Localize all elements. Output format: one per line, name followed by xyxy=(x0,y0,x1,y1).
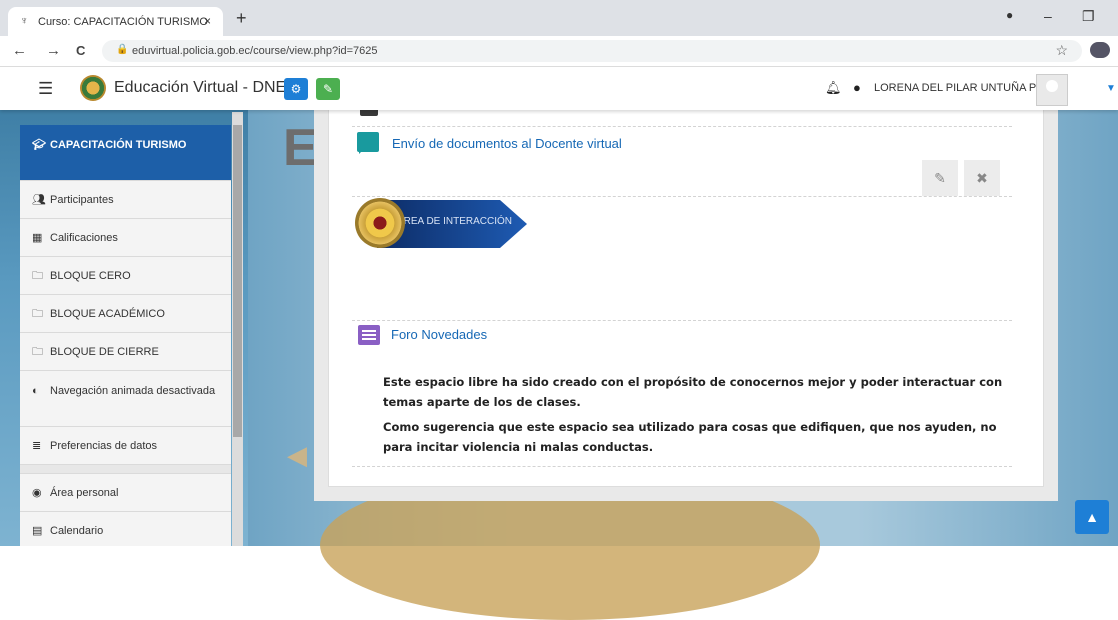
back-to-top-button[interactable]: ▲ xyxy=(1075,500,1109,534)
activity-link-envio-documentos[interactable]: Envío de documentos al Docente virtual xyxy=(392,136,622,151)
chevron-down-icon[interactable]: ▼ xyxy=(1106,83,1116,94)
activity-divider xyxy=(352,466,1012,467)
police-seal-icon xyxy=(355,198,405,248)
background-arrow-icon: ◀ xyxy=(287,440,307,470)
graduation-cap-icon: 🎓︎ xyxy=(32,139,46,151)
edit-icon: ✎ xyxy=(322,82,334,96)
site-logo[interactable] xyxy=(80,75,106,101)
gears-icon: ⚙ xyxy=(290,82,302,96)
folder-icon: 🗀︎ xyxy=(32,346,43,358)
site-brand[interactable]: Educación Virtual - DNE xyxy=(114,79,286,97)
sidebar-item-label: Calendario xyxy=(50,525,104,537)
interaction-banner: ÁREA DE INTERACCIÓN xyxy=(355,196,527,252)
forum-icon-line xyxy=(362,334,376,336)
extension-icon[interactable] xyxy=(1090,42,1110,58)
bookmark-star-icon[interactable]: ☆ xyxy=(1055,42,1068,59)
sidebar-item-label: Calificaciones xyxy=(50,232,118,244)
sidebar-item-calendario[interactable]: ▤ Calendario xyxy=(20,512,231,546)
sidebar-item-course[interactable]: 🎓︎ CAPACITACIÓN TURISMO xyxy=(20,125,231,181)
sidebar-course-label: CAPACITACIÓN TURISMO xyxy=(50,139,187,151)
delete-button[interactable]: ✖ xyxy=(964,160,1000,196)
sidebar-item-calificaciones[interactable]: ▦ Calificaciones xyxy=(20,219,231,257)
sidebar-item-label: Navegación animada desactivada xyxy=(50,385,216,397)
database-icon: ≣ xyxy=(32,440,42,452)
address-toolbar: ← → C 🔒 eduvirtual.policia.gob.ec/course… xyxy=(0,36,1118,67)
background-letter: E xyxy=(283,119,318,177)
edit-mode-button[interactable]: ✎ xyxy=(316,78,340,100)
nav-drawer-list: 🎓︎ CAPACITACIÓN TURISMO 👥︎ Participantes… xyxy=(20,125,231,546)
notification-bell-icon[interactable]: 🔔︎ xyxy=(825,80,842,96)
browser-tab-bar: ♆ Curso: CAPACITACIÓN TURISMO × + ● – ❐ xyxy=(0,0,1118,36)
pencil-icon: ✎ xyxy=(934,170,946,186)
forum-icon-line xyxy=(362,338,376,340)
sidebar-item-participantes[interactable]: 👥︎ Participantes xyxy=(20,181,231,219)
users-icon: 👥︎ xyxy=(32,194,46,206)
url-text[interactable]: eduvirtual.policia.gob.ec/course/view.ph… xyxy=(132,45,378,57)
user-name[interactable]: LORENA DEL PILAR UNTUÑA PUMA xyxy=(874,82,1061,94)
new-tab-button[interactable]: + xyxy=(236,9,247,27)
message-icon[interactable]: ● xyxy=(853,80,861,95)
folder-icon: 🗀︎ xyxy=(32,308,43,320)
calendar-icon: ▤ xyxy=(32,525,43,537)
site-navbar: ☰ Educación Virtual - DNE ⚙ ✎ 🔔︎ ● LOREN… xyxy=(0,67,1118,110)
settings-button[interactable]: ⚙ xyxy=(284,78,308,100)
profile-icon[interactable]: ● xyxy=(1006,8,1013,22)
sidebar-item-label: BLOQUE DE CIERRE xyxy=(50,346,159,358)
forum-description-2: Como sugerencia que este espacio sea uti… xyxy=(383,420,997,454)
avatar[interactable] xyxy=(1036,74,1068,106)
activity-link-foro-novedades[interactable]: Foro Novedades xyxy=(391,327,487,342)
forum-description-1: Este espacio libre ha sido creado con el… xyxy=(383,375,1003,409)
sidebar-item-label: Área personal xyxy=(50,487,119,499)
toggle-icon: ◐ xyxy=(32,385,39,397)
chat-icon xyxy=(357,132,379,154)
sidebar-item-bloque-academico[interactable]: 🗀︎ BLOQUE ACADÉMICO xyxy=(20,295,231,333)
menu-toggle-icon[interactable]: ☰ xyxy=(38,79,53,99)
close-icon: ✖ xyxy=(976,170,988,186)
forum-icon-line xyxy=(362,330,376,332)
forum-icon xyxy=(358,325,380,345)
tab-title: Curso: CAPACITACIÓN TURISMO xyxy=(38,16,208,28)
activity-divider xyxy=(352,126,1012,127)
tab-close-icon[interactable]: × xyxy=(204,14,211,28)
sidebar-item-label: Participantes xyxy=(50,194,114,206)
sidebar-item-label: BLOQUE ACADÉMICO xyxy=(50,308,165,320)
sidebar-item-area-personal[interactable]: ◉ Área personal xyxy=(20,474,231,512)
sidebar-scrollbar-thumb[interactable] xyxy=(233,125,242,437)
favicon-icon: ♆ xyxy=(20,15,29,27)
sidebar-item-preferencias[interactable]: ≣ Preferencias de datos xyxy=(20,427,231,465)
url-bar[interactable]: 🔒 eduvirtual.policia.gob.ec/course/view.… xyxy=(102,40,1082,62)
forward-button[interactable]: → xyxy=(46,42,61,59)
edit-button[interactable]: ✎ xyxy=(922,160,958,196)
lock-icon: 🔒 xyxy=(116,44,129,55)
sidebar-item-label: Preferencias de datos xyxy=(50,440,158,452)
back-button[interactable]: ← xyxy=(12,42,27,59)
sidebar-separator xyxy=(20,465,231,474)
dashboard-icon: ◉ xyxy=(32,487,42,499)
activity-divider xyxy=(352,320,1012,321)
restore-button[interactable]: ❐ xyxy=(1082,8,1095,25)
folder-icon: 🗀︎ xyxy=(32,270,43,282)
table-icon: ▦ xyxy=(32,232,43,244)
banner-text: ÁREA DE INTERACCIÓN xyxy=(397,216,513,227)
nav-drawer: 🎓︎ CAPACITACIÓN TURISMO 👥︎ Participantes… xyxy=(20,112,243,546)
browser-tab[interactable]: ♆ Curso: CAPACITACIÓN TURISMO × xyxy=(8,7,223,36)
reload-button[interactable]: C xyxy=(76,43,85,58)
sidebar-item-label: BLOQUE CERO xyxy=(50,270,131,282)
sidebar-item-navegacion-animada[interactable]: ◐ Navegación animada desactivada xyxy=(20,371,231,427)
chevron-up-icon: ▲ xyxy=(1085,509,1099,525)
minimize-button[interactable]: – xyxy=(1044,8,1052,24)
sidebar-item-bloque-cierre[interactable]: 🗀︎ BLOQUE DE CIERRE xyxy=(20,333,231,371)
sidebar-item-bloque-cero[interactable]: 🗀︎ BLOQUE CERO xyxy=(20,257,231,295)
